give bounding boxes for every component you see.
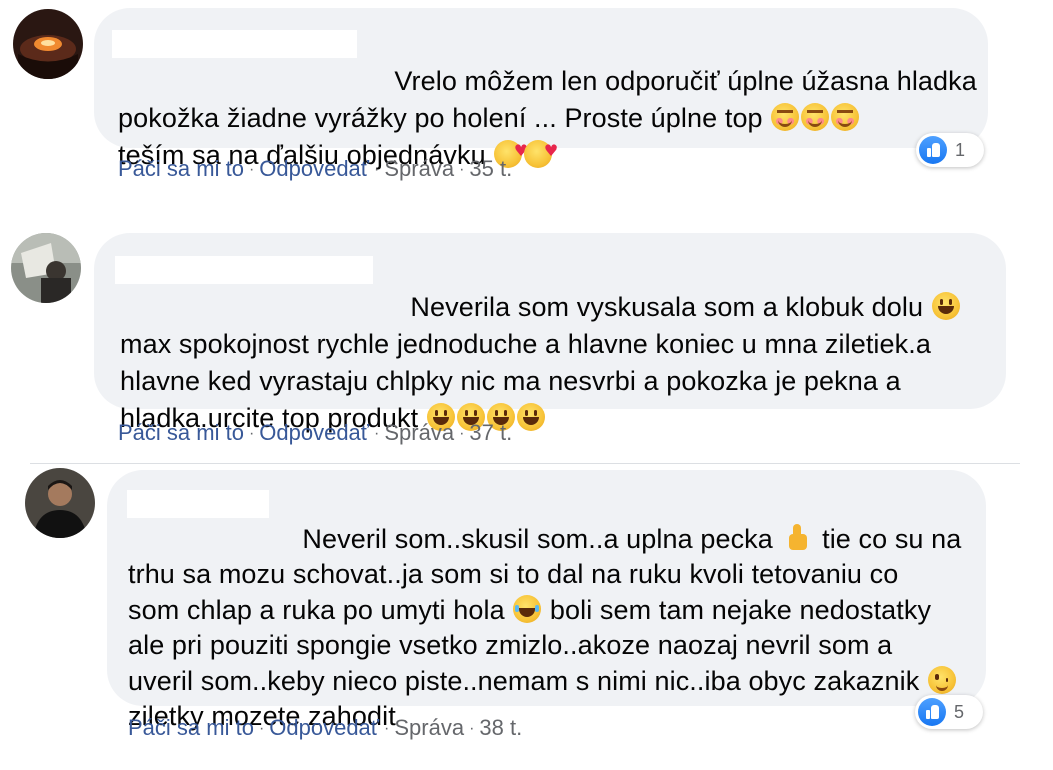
smiling-face-icon <box>831 103 860 131</box>
avatar[interactable] <box>11 233 81 303</box>
comment-actions: Páči sa mi to · Odpovedať · Správa · 37 t. <box>118 420 512 446</box>
reply-link[interactable]: Odpovedať <box>259 420 369 445</box>
avatar[interactable] <box>13 9 83 79</box>
smiling-face-with-hearts-icon <box>524 132 558 169</box>
like-icon <box>918 698 946 726</box>
message-link[interactable]: Správa <box>394 715 464 740</box>
reaction-count: 5 <box>954 701 965 722</box>
separator-dot: · <box>384 720 390 737</box>
separator-dot: · <box>248 425 255 442</box>
like-link[interactable]: Páči sa mi to <box>118 156 244 181</box>
separator-dot: · <box>459 161 465 178</box>
separator-dot: · <box>374 161 380 178</box>
winking-face-icon <box>927 665 956 694</box>
comment-actions: Páči sa mi to · Odpovedať · Správa · 35 t. <box>118 156 512 182</box>
like-icon <box>919 136 947 164</box>
separator-dot: · <box>258 720 265 737</box>
timestamp[interactable]: 37 t. <box>469 420 512 445</box>
separator-dot: · <box>469 720 475 737</box>
separator-dot: · <box>459 425 465 442</box>
grinning-face-icon <box>516 403 545 431</box>
comment-text: Vrelo môžem len odporučiť úplne úžasna h… <box>118 26 988 211</box>
avatar-image <box>11 233 81 303</box>
comment-actions: Páči sa mi to · Odpovedať · Správa · 38 t. <box>128 715 522 741</box>
reaction-count: 1 <box>955 139 966 160</box>
timestamp[interactable]: 38 t. <box>479 715 522 740</box>
message-link[interactable]: Správa <box>384 420 454 445</box>
timestamp[interactable]: 35 t. <box>469 156 512 181</box>
reply-link[interactable]: Odpovedať <box>259 156 369 181</box>
like-link[interactable]: Páči sa mi to <box>128 715 254 740</box>
reaction-badge[interactable]: 1 <box>916 133 984 167</box>
avatar-image <box>13 9 83 79</box>
grinning-face-icon <box>931 292 960 320</box>
avatar-image <box>25 468 95 538</box>
tears-of-joy-icon <box>513 594 542 623</box>
separator-dot: · <box>248 161 255 178</box>
divider <box>30 463 1020 464</box>
smiling-face-icon <box>771 103 800 131</box>
avatar[interactable] <box>25 468 95 538</box>
reply-link[interactable]: Odpovedať <box>269 715 379 740</box>
reaction-badge[interactable]: 5 <box>915 695 983 729</box>
separator-dot: · <box>374 425 380 442</box>
thumbs-up-icon <box>785 523 811 552</box>
message-link[interactable]: Správa <box>384 156 454 181</box>
like-link[interactable]: Páči sa mi to <box>118 420 244 445</box>
smiling-face-icon <box>801 103 830 131</box>
